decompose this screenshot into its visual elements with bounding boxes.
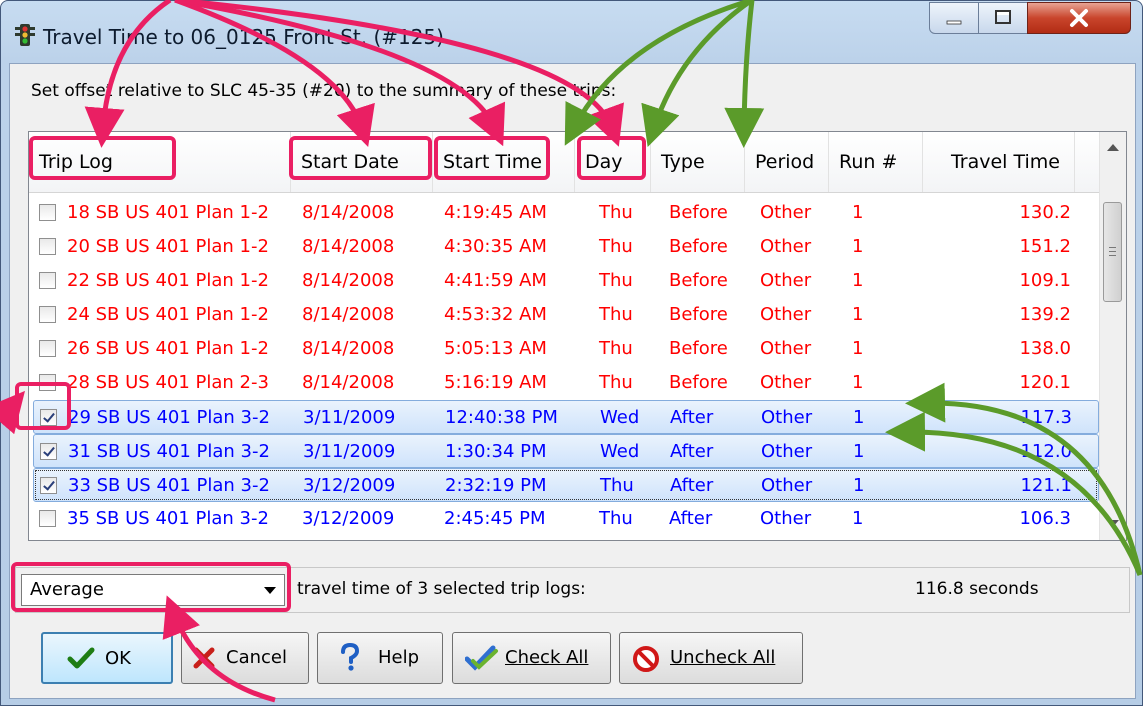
annotation-arrows [0,0,1143,703]
